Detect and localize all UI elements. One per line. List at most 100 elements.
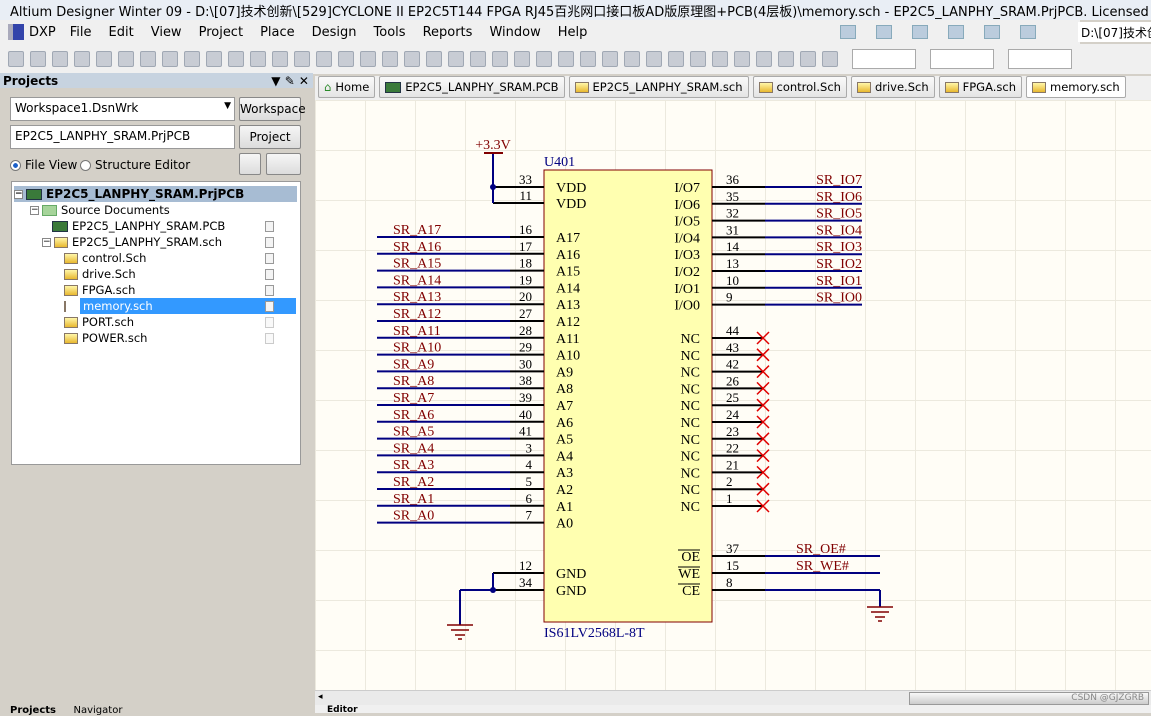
collapse-icon[interactable]: − [42,237,51,247]
schematic-canvas[interactable]: U401 IS61LV2568L-8T 33 VDD 11 VDD SR_A17 16 A17 S… [315,100,1151,690]
horizontal-scrollbar[interactable]: ◂ CSDN @GJZGRB [315,690,1151,705]
redo-icon[interactable] [426,51,442,67]
part-icon[interactable] [668,51,684,67]
deselect-icon[interactable] [360,51,376,67]
harness-connector-icon[interactable] [756,51,772,67]
open-icon[interactable] [30,51,46,67]
menu-project[interactable]: Project [199,25,243,40]
no-erc-icon[interactable] [822,51,838,67]
print-preview-icon[interactable] [96,51,112,67]
filter-select-2[interactable] [930,49,994,69]
schematic-icon [64,300,66,312]
clear-filter-icon[interactable] [382,51,398,67]
tree-item[interactable]: FPGA.sch [64,282,135,298]
zoom-selected-icon[interactable] [184,51,200,67]
print-icon[interactable] [74,51,90,67]
tree-folder[interactable]: − Source Documents [30,202,170,218]
cross-probe-icon[interactable] [470,51,486,67]
menu-edit[interactable]: Edit [109,25,134,40]
tab-projects[interactable]: Projects [10,705,56,716]
scrollbar-thumb[interactable]: CSDN @GJZGRB [909,692,1149,705]
save-icon[interactable] [52,51,68,67]
filter-select-1[interactable] [852,49,916,69]
tab-pcb[interactable]: EP2C5_LANPHY_SRAM.PCB [379,76,565,98]
sheet-symbol-icon[interactable] [690,51,706,67]
menu-file[interactable]: File [70,25,92,40]
bus-entry-icon[interactable] [580,51,596,67]
filter-select-3[interactable] [1008,49,1072,69]
project-options-button[interactable] [266,153,301,175]
probe-icon[interactable] [984,25,1000,39]
workspace-select[interactable]: Workspace1.DsnWrk ▼ [10,97,235,121]
project-button[interactable]: Project [239,125,301,149]
compile-button[interactable] [239,153,261,175]
gnd-port-icon[interactable] [624,51,640,67]
sheet-edit-icon[interactable] [840,25,856,39]
paste-icon[interactable] [272,51,288,67]
tree-item[interactable]: − EP2C5_LANPHY_SRAM.sch [42,234,222,250]
tab-top-sch[interactable]: EP2C5_LANPHY_SRAM.sch [568,76,749,98]
menu-place[interactable]: Place [260,25,295,40]
tree-item[interactable]: drive.Sch [64,266,136,282]
browse-library-icon[interactable] [492,51,508,67]
tab-editor[interactable]: Editor [327,705,358,715]
collapse-icon[interactable]: − [14,189,23,199]
tab-fpga[interactable]: FPGA.sch [938,76,1022,98]
zoom-fit-icon[interactable] [140,51,156,67]
grid-icon[interactable] [1020,25,1036,39]
menu-design[interactable]: Design [312,25,357,40]
sheet-entry-icon[interactable] [712,51,728,67]
undo-icon[interactable] [404,51,420,67]
structure-editor-radio[interactable]: Structure Editor [80,158,190,172]
tab-control[interactable]: control.Sch [752,76,847,98]
net-label-icon[interactable] [602,51,618,67]
tree-project[interactable]: − EP2C5_LANPHY_SRAM.PrjPCB [14,186,297,202]
collapse-icon[interactable]: − [30,205,39,215]
device-sheet-icon[interactable] [734,51,750,67]
path-box[interactable]: D:\[07]技术创 [1078,22,1151,42]
bus-icon[interactable] [536,51,552,67]
device-icon[interactable] [118,51,134,67]
tree-item[interactable]: PORT.sch [64,314,134,330]
pin-number: 40 [519,407,532,422]
menu-reports[interactable]: Reports [423,25,473,40]
rubber-stamp-icon[interactable] [294,51,310,67]
tab-navigator[interactable]: Navigator [74,705,123,716]
scroll-left-icon[interactable]: ◂ [318,692,323,702]
hierarchy-icon[interactable] [448,51,464,67]
cut-icon[interactable] [228,51,244,67]
menu-view[interactable]: View [151,25,182,40]
wire-icon[interactable] [514,51,530,67]
port-icon[interactable] [800,51,816,67]
tab-home[interactable]: ⌂ Home [318,76,376,98]
align-icon[interactable] [876,25,892,39]
menu-help[interactable]: Help [558,25,588,40]
tree-label: Source Documents [61,203,170,217]
tree-item-selected[interactable]: memory.sch [80,298,296,314]
file-view-radio[interactable]: File View [10,158,77,172]
pin-name: NC [681,349,700,364]
workspace-button[interactable]: Workspace [239,97,306,121]
menu-tools[interactable]: Tools [374,25,406,40]
component-icon[interactable] [948,25,964,39]
menu-label: DXP [29,24,56,40]
tab-memory[interactable]: memory.sch [1026,76,1126,98]
zoom-area-icon[interactable] [162,51,178,67]
tab-drive[interactable]: drive.Sch [850,76,935,98]
panel-controls[interactable]: ▼ ✎ ✕ [271,74,309,88]
zoom-filter-icon[interactable] [206,51,222,67]
menu-dxp[interactable]: DXP [8,24,56,40]
project-field[interactable]: EP2C5_LANPHY_SRAM.PrjPCB [10,125,235,149]
harness-entry-icon[interactable] [778,51,794,67]
power-port-icon[interactable] [912,25,928,39]
select-area-icon[interactable] [316,51,332,67]
tree-item[interactable]: EP2C5_LANPHY_SRAM.PCB [52,218,225,234]
tree-item[interactable]: POWER.sch [64,330,147,346]
new-icon[interactable] [8,51,24,67]
vcc-port-icon[interactable] [646,51,662,67]
menu-window[interactable]: Window [489,25,540,40]
copy-icon[interactable] [250,51,266,67]
move-icon[interactable] [338,51,354,67]
signal-harness-icon[interactable] [558,51,574,67]
tree-item[interactable]: control.Sch [64,250,146,266]
